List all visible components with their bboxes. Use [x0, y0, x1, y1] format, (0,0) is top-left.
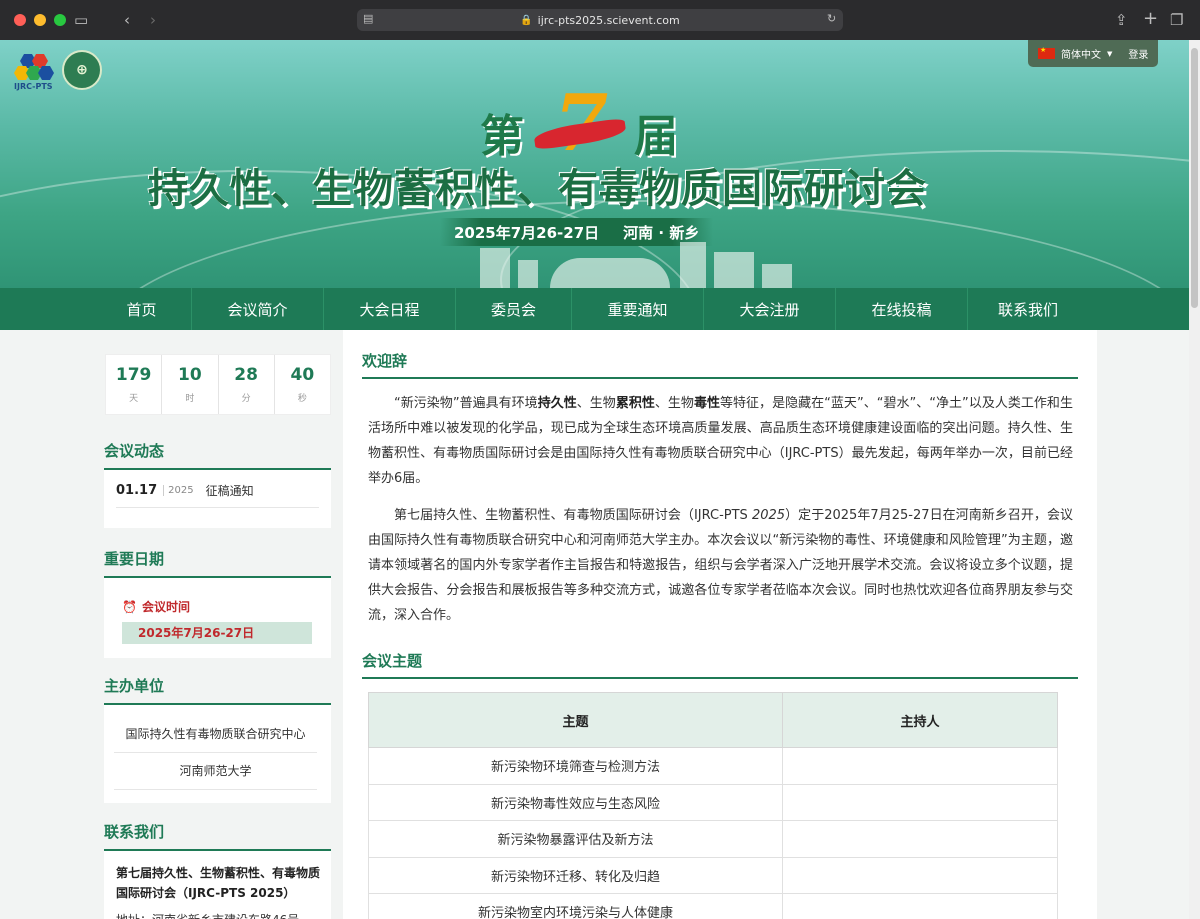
new-tab-icon[interactable]: + [1143, 8, 1158, 29]
countdown-unit: 分 [241, 394, 251, 404]
contact-section-title: 联系我们 [104, 823, 165, 841]
edition-prefix: 第 [480, 111, 524, 162]
host-cell [782, 820, 1058, 858]
section-divider [362, 677, 1078, 679]
address-bar[interactable]: ▤ 🔒 ijrc-pts2025.scievent.com ↻ [357, 9, 843, 31]
nav-submission[interactable]: 在线投稿 [836, 288, 968, 330]
url-text: ijrc-pts2025.scievent.com [537, 13, 680, 27]
china-flag-icon [1038, 46, 1055, 59]
countdown-value: 28 [234, 365, 258, 385]
news-year: 2025 [163, 485, 194, 496]
theme-cell: 新污染物环境筛查与检测方法 [368, 747, 783, 785]
dates-section-title: 重要日期 [104, 550, 165, 568]
scrollbar-thumb[interactable] [1191, 48, 1198, 308]
nav-committee[interactable]: 委员会 [456, 288, 572, 330]
host-cell [782, 783, 1058, 821]
table-header-row: 主题 主持人 [368, 692, 1058, 748]
reload-icon[interactable]: ↻ [827, 12, 836, 25]
edition-title: 第 7 届 [480, 78, 678, 169]
share-icon[interactable]: ⇪ [1115, 11, 1128, 29]
news-section-title: 会议动态 [104, 442, 165, 460]
table-row: 新污染物环境筛查与检测方法 [368, 747, 1058, 785]
hosts-list: 国际持久性有毒物质联合研究中心 河南师范大学 [104, 705, 331, 803]
meeting-time-value: 2025年7月26-27日 [122, 622, 312, 644]
sidebar-toggle-icon[interactable]: ▭ [74, 11, 88, 29]
countdown-seconds: 40 秒 [275, 355, 330, 414]
host-cell [782, 893, 1058, 919]
meeting-time-text: 会议时间 [141, 600, 190, 614]
theme-cell: 新污染物室内环境污染与人体健康 [368, 893, 783, 919]
edition-number-graphic: 7 [533, 78, 627, 169]
news-list: 01.17 2025 征稿通知 [104, 470, 331, 528]
column-header-theme: 主题 [368, 692, 783, 748]
conference-title: 持久性、生物蓄积性、有毒物质国际研讨会 [148, 166, 927, 212]
welcome-paragraph-2: 第七届持久性、生物蓄积性、有毒物质国际研讨会（IJRC-PTS 2025）定于2… [368, 508, 1073, 623]
meeting-time-label: ⏰ 会议时间 [122, 598, 190, 615]
countdown-hours: 10 时 [162, 355, 219, 414]
contact-address: 地址：河南省新乡市建设东路46号 [116, 911, 299, 919]
language-selector[interactable]: 简体中文 [1061, 46, 1101, 61]
main-nav: 首页 会议简介 大会日程 委员会 重要通知 大会注册 在线投稿 联系我们 [0, 288, 1189, 330]
countdown-value: 10 [178, 365, 202, 385]
theme-cell: 新污染物毒性效应与生态风险 [368, 783, 783, 821]
host-cell [782, 747, 1058, 785]
language-bar: 简体中文 ▼ 登录 [1028, 40, 1158, 67]
nav-registration[interactable]: 大会注册 [704, 288, 836, 330]
news-item[interactable]: 01.17 2025 征稿通知 [116, 482, 319, 508]
countdown-unit: 秒 [297, 394, 307, 404]
nav-notices[interactable]: 重要通知 [572, 288, 704, 330]
dates-box: ⏰ 会议时间 2025年7月26-27日 [104, 578, 331, 658]
page-settings-icon[interactable]: ▤ [363, 12, 373, 25]
content-panel: 179 天 10 时 28 分 40 秒 会议动态 01.17 2025 征稿通… [92, 330, 1097, 919]
host-item[interactable]: 国际持久性有毒物质联合研究中心 [114, 725, 317, 753]
nav-home[interactable]: 首页 [92, 288, 192, 330]
contact-box: 第七届持久性、生物蓄积性、有毒物质国际研讨会（IJRC-PTS 2025） 地址… [104, 851, 331, 919]
countdown-minutes: 28 分 [219, 355, 275, 414]
theme-cell: 新污染物暴露评估及新方法 [368, 820, 783, 858]
table-row: 新污染物环迁移、转化及归趋 [368, 856, 1058, 894]
table-row: 新污染物暴露评估及新方法 [368, 820, 1058, 858]
forward-arrow-icon[interactable]: › [150, 11, 156, 29]
minimize-window-button[interactable] [34, 14, 46, 26]
login-link[interactable]: 登录 [1128, 46, 1148, 61]
tabs-overview-icon[interactable]: ❐ [1170, 11, 1183, 29]
countdown-value: 40 [290, 365, 315, 385]
host-item[interactable]: 河南师范大学 [114, 762, 317, 790]
host-cell [782, 856, 1058, 894]
browser-toolbar: ▭ ‹ › ▤ 🔒 ijrc-pts2025.scievent.com ↻ ⇪ … [0, 0, 1200, 40]
welcome-title: 欢迎辞 [362, 352, 408, 370]
welcome-paragraph-1: “新污染物”普遍具有环境持久性、生物累积性、生物毒性等特征，是隐藏在“蓝天”、“… [368, 396, 1073, 486]
chevron-down-icon[interactable]: ▼ [1107, 50, 1112, 58]
university-seal-logo[interactable]: ⊕ [62, 50, 102, 90]
countdown-days: 179 天 [106, 355, 163, 414]
countdown-value: 179 [115, 365, 152, 385]
alarm-clock-icon: ⏰ [122, 599, 137, 614]
theme-cell: 新污染物环迁移、转化及归趋 [368, 856, 783, 894]
contact-conference-name: 第七届持久性、生物蓄积性、有毒物质国际研讨会（IJRC-PTS 2025） [116, 866, 321, 900]
table-row: 新污染物毒性效应与生态风险 [368, 783, 1058, 821]
hosts-section-title: 主办单位 [104, 677, 165, 695]
countdown-unit: 天 [129, 394, 139, 404]
nav-schedule[interactable]: 大会日程 [324, 288, 456, 330]
theme-title: 会议主题 [362, 652, 423, 670]
lock-icon: 🔒 [520, 14, 533, 26]
column-header-host: 主持人 [782, 692, 1058, 748]
news-title[interactable]: 征稿通知 [206, 482, 254, 499]
table-row: 新污染物室内环境污染与人体健康 [368, 893, 1058, 919]
countdown-unit: 时 [185, 394, 195, 404]
back-arrow-icon[interactable]: ‹ [124, 11, 130, 29]
countdown-timer: 179 天 10 时 28 分 40 秒 [105, 354, 331, 415]
window-controls [14, 14, 66, 26]
page-scrollbar[interactable] [1189, 40, 1200, 919]
news-date: 01.17 [116, 483, 158, 498]
logo-caption: IJRC-PTS [14, 82, 53, 91]
campus-skyline-graphic [470, 236, 800, 288]
themes-table: 主题 主持人 新污染物环境筛查与检测方法 新污染物毒性效应与生态风险 新污染物暴… [368, 692, 1058, 919]
section-divider [362, 377, 1078, 379]
nav-about[interactable]: 会议简介 [192, 288, 324, 330]
edition-suffix: 届 [634, 111, 678, 162]
maximize-window-button[interactable] [54, 14, 66, 26]
nav-contact[interactable]: 联系我们 [968, 288, 1088, 330]
close-window-button[interactable] [14, 14, 26, 26]
